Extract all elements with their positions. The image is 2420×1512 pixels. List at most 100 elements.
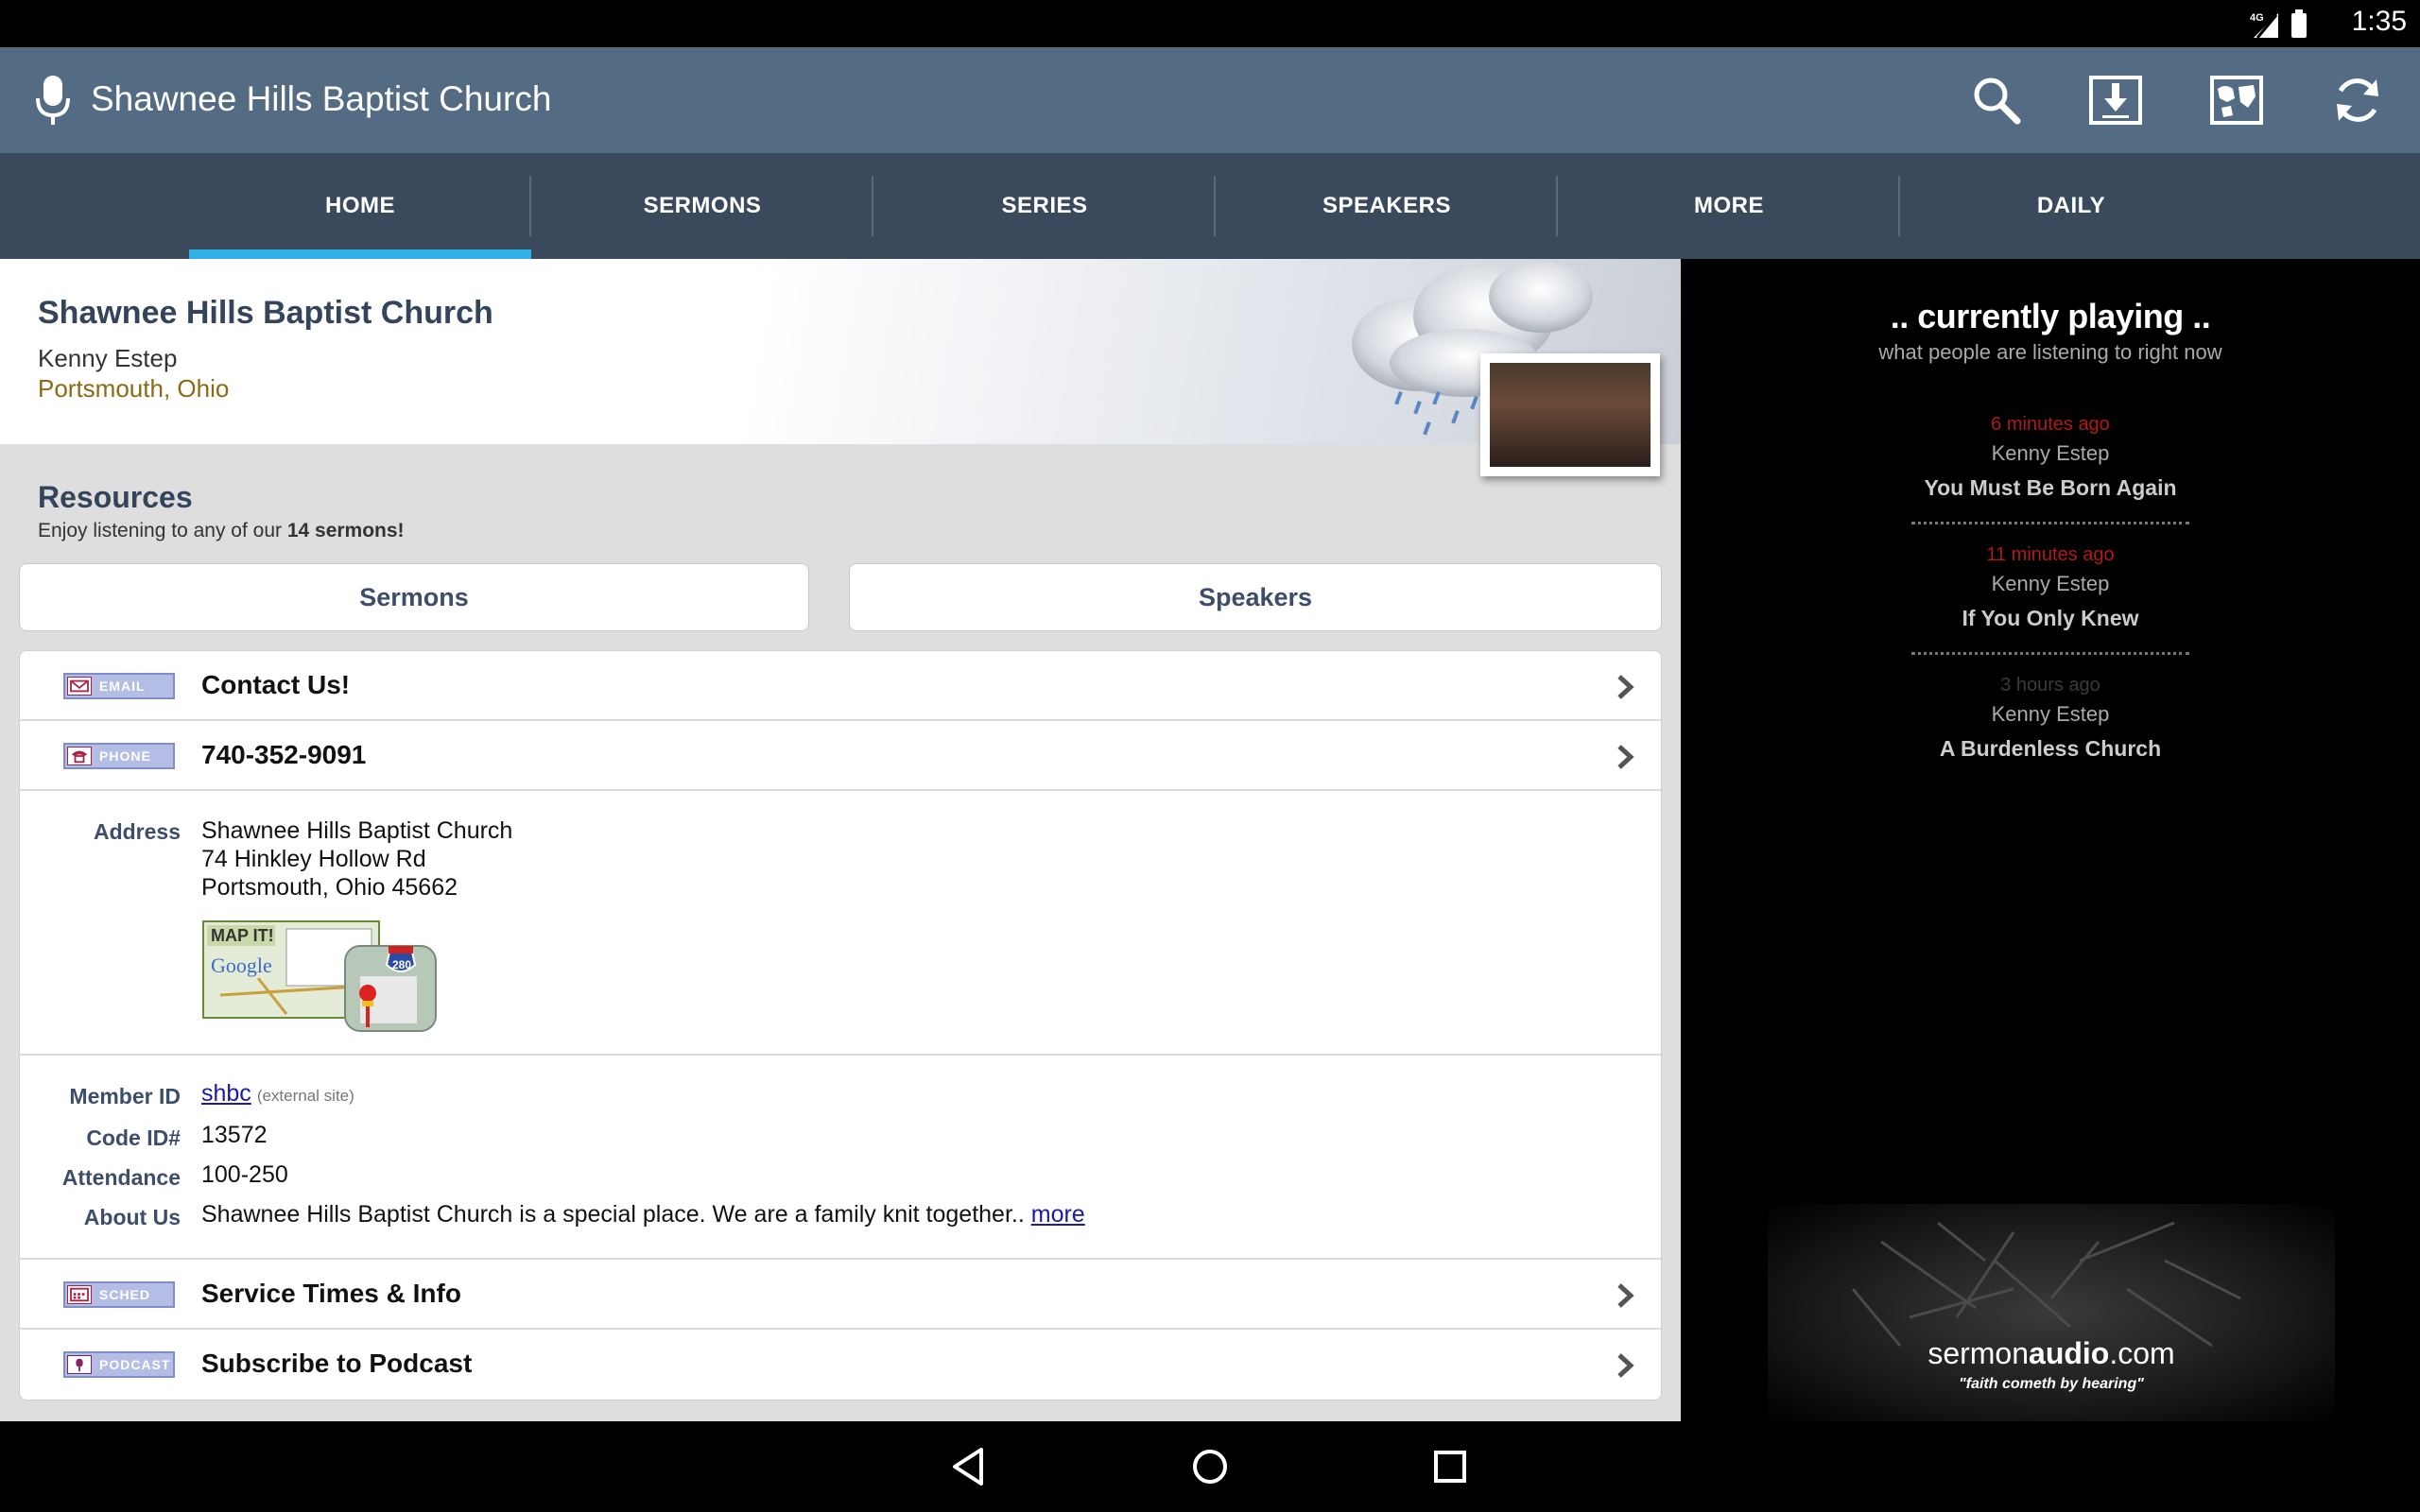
speaker-name: Kenny Estep bbox=[1991, 702, 2110, 726]
sermon-title: You Must Be Born Again bbox=[1924, 475, 2177, 500]
currently-playing-panel: .. currently playing .. what people are … bbox=[1681, 259, 2420, 1421]
tab-sermons[interactable]: SERMONS bbox=[531, 153, 873, 259]
tab-home[interactable]: HOME bbox=[189, 153, 531, 259]
app-title: Shawnee Hills Baptist Church bbox=[91, 79, 552, 118]
time-ago: 3 hours ago bbox=[2000, 675, 2100, 696]
logo-part: .com bbox=[2109, 1336, 2175, 1370]
home-icon[interactable] bbox=[1187, 1444, 1233, 1489]
code-id-label: Code ID# bbox=[86, 1125, 181, 1150]
divider bbox=[1911, 522, 2189, 524]
speaker-name: Kenny Estep bbox=[1991, 441, 2110, 465]
refresh-icon[interactable] bbox=[2327, 70, 2388, 130]
congregation-image bbox=[1490, 363, 1651, 467]
about-us-row: Shawnee Hills Baptist Church is a specia… bbox=[201, 1201, 1085, 1228]
phone-badge: PHONE bbox=[63, 743, 175, 769]
main-content: Shawnee Hills Baptist Church Kenny Estep… bbox=[0, 259, 1681, 1421]
pastor-name: Kenny Estep bbox=[38, 344, 178, 372]
svg-text:Google: Google bbox=[211, 954, 272, 977]
address-line-1: Shawnee Hills Baptist Church bbox=[201, 817, 513, 844]
time-ago: 6 minutes ago bbox=[1991, 414, 2110, 435]
svg-text:MAP IT!: MAP IT! bbox=[211, 926, 274, 945]
service-times-label: Service Times & Info bbox=[201, 1279, 461, 1308]
download-icon[interactable] bbox=[2085, 70, 2146, 130]
sched-badge-text: SCHED bbox=[99, 1287, 151, 1302]
attendance-value: 100-250 bbox=[201, 1161, 288, 1188]
service-times-row[interactable]: SCHED Service Times & Info bbox=[20, 1260, 1661, 1330]
address-section: Address Shawnee Hills Baptist Church 74 … bbox=[20, 791, 1661, 1056]
about-us-text: Shawnee Hills Baptist Church is a specia… bbox=[201, 1201, 1025, 1228]
sermonaudio-banner[interactable]: sermonaudio.com "faith cometh by hearing… bbox=[1768, 1204, 2335, 1421]
sermons-button[interactable]: Sermons bbox=[19, 563, 809, 631]
email-badge-text: EMAIL bbox=[99, 679, 146, 694]
resources-title: Resources bbox=[38, 480, 193, 514]
contact-label: Contact Us! bbox=[201, 670, 351, 699]
playing-item[interactable]: 3 hours ago Kenny Estep A Burdenless Chu… bbox=[1681, 675, 2420, 762]
tab-daily[interactable]: DAILY bbox=[1900, 153, 2242, 259]
tab-label: SERIES bbox=[1001, 193, 1088, 218]
member-id-label: Member ID bbox=[69, 1084, 181, 1108]
recents-icon[interactable] bbox=[1427, 1444, 1473, 1489]
address-label: Address bbox=[93, 819, 181, 844]
tab-label: SERMONS bbox=[643, 193, 762, 218]
phone-number: 740-352-9091 bbox=[201, 740, 367, 769]
time-ago: 11 minutes ago bbox=[1986, 544, 2115, 565]
podcast-badge-text: PODCAST bbox=[99, 1357, 171, 1372]
member-id-link[interactable]: shbc bbox=[201, 1080, 251, 1107]
tab-speakers[interactable]: SPEAKERS bbox=[1216, 153, 1558, 259]
subscribe-podcast-label: Subscribe to Podcast bbox=[201, 1349, 473, 1378]
tagline: "faith cometh by hearing" bbox=[1959, 1376, 2144, 1392]
address-line-2: 74 Hinkley Hollow Rd bbox=[201, 846, 426, 872]
playing-item[interactable]: 6 minutes ago Kenny Estep You Must Be Bo… bbox=[1681, 414, 2420, 501]
map-icon[interactable] bbox=[2206, 70, 2267, 130]
tab-series[interactable]: SERIES bbox=[873, 153, 1216, 259]
more-link[interactable]: more bbox=[1031, 1201, 1085, 1228]
search-icon[interactable] bbox=[1966, 70, 2027, 130]
resources-subtitle-text: Enjoy listening to any of our bbox=[38, 520, 287, 541]
podcast-row[interactable]: PODCAST Subscribe to Podcast bbox=[20, 1330, 1661, 1400]
divider bbox=[1911, 652, 2189, 655]
sermonaudio-logo: sermonaudio.com bbox=[1768, 1336, 2335, 1371]
church-name: Shawnee Hills Baptist Church bbox=[38, 295, 493, 331]
active-tab-indicator bbox=[189, 249, 531, 259]
logo-part: sermon bbox=[1927, 1336, 2030, 1370]
tab-label: DAILY bbox=[2036, 193, 2106, 218]
phone-row[interactable]: PHONE 740-352-9091 bbox=[20, 721, 1661, 791]
chevron-right-icon bbox=[1617, 1283, 1634, 1308]
phone-badge-text: PHONE bbox=[99, 748, 151, 764]
church-location: Portsmouth, Ohio bbox=[38, 374, 230, 403]
member-id-row: shbc (external site) bbox=[201, 1080, 354, 1108]
system-nav-bar bbox=[0, 1421, 2420, 1512]
church-header: Shawnee Hills Baptist Church Kenny Estep… bbox=[0, 259, 1681, 476]
contact-row[interactable]: EMAIL Contact Us! bbox=[20, 651, 1661, 721]
map-it-button[interactable]: MAP IT! Google 280 bbox=[201, 919, 440, 1033]
external-site-note: (external site) bbox=[256, 1087, 354, 1105]
logo-part: audio bbox=[2029, 1336, 2110, 1370]
church-photo[interactable] bbox=[1480, 353, 1660, 476]
playing-item[interactable]: 11 minutes ago Kenny Estep If You Only K… bbox=[1681, 544, 2420, 631]
tab-label: MORE bbox=[1694, 193, 1764, 218]
podcast-badge: PODCAST bbox=[63, 1351, 175, 1378]
back-icon[interactable] bbox=[947, 1444, 993, 1489]
chevron-right-icon bbox=[1617, 1353, 1634, 1378]
church-info-card: EMAIL Contact Us! PHONE 740-352-9091 Add… bbox=[19, 650, 1662, 1400]
microphone-icon[interactable] bbox=[32, 74, 74, 127]
svg-text:4G: 4G bbox=[2250, 12, 2264, 24]
podcast-icon bbox=[67, 1355, 92, 1374]
email-badge: EMAIL bbox=[63, 673, 175, 699]
signal-battery-icon: 4G bbox=[2250, 9, 2307, 39]
speakers-button[interactable]: Speakers bbox=[849, 563, 1662, 631]
speaker-name: Kenny Estep bbox=[1991, 572, 2110, 595]
currently-playing-title: .. currently playing .. bbox=[1890, 297, 2211, 335]
code-id-value: 13572 bbox=[201, 1122, 268, 1148]
chevron-right-icon bbox=[1617, 675, 1634, 699]
tab-label: SPEAKERS bbox=[1322, 193, 1452, 218]
tab-more[interactable]: MORE bbox=[1558, 153, 1900, 259]
chevron-right-icon bbox=[1617, 745, 1634, 769]
tab-bar: HOME SERMONS SERIES SPEAKERS MORE DAILY bbox=[0, 153, 2420, 259]
status-bar: 4G 1:35 bbox=[0, 0, 2420, 47]
phone-icon bbox=[67, 747, 92, 765]
sermon-count: 14 sermons! bbox=[286, 520, 405, 541]
sched-badge: SCHED bbox=[63, 1281, 175, 1308]
sermon-title: If You Only Knew bbox=[1962, 606, 2139, 630]
tab-label: HOME bbox=[325, 193, 395, 218]
